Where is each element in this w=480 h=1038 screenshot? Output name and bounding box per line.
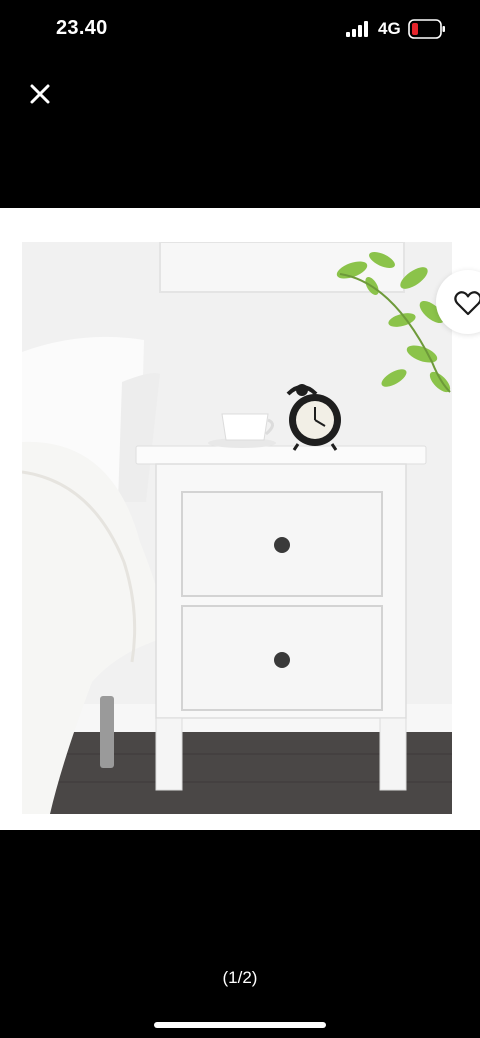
network-label: 4G	[378, 19, 401, 38]
status-bar: 23.40 4G	[0, 0, 480, 60]
heart-outline-icon	[454, 291, 480, 316]
page-counter: (1/2)	[222, 968, 258, 987]
close-icon	[30, 84, 50, 104]
status-time: 23.40	[56, 17, 108, 39]
product-photo	[22, 242, 452, 814]
close-button[interactable]	[26, 80, 54, 108]
image-viewer[interactable]	[0, 208, 480, 830]
battery-low-icon	[408, 19, 445, 39]
home-indicator[interactable]	[154, 1022, 326, 1028]
cellular-signal-icon	[346, 21, 368, 37]
